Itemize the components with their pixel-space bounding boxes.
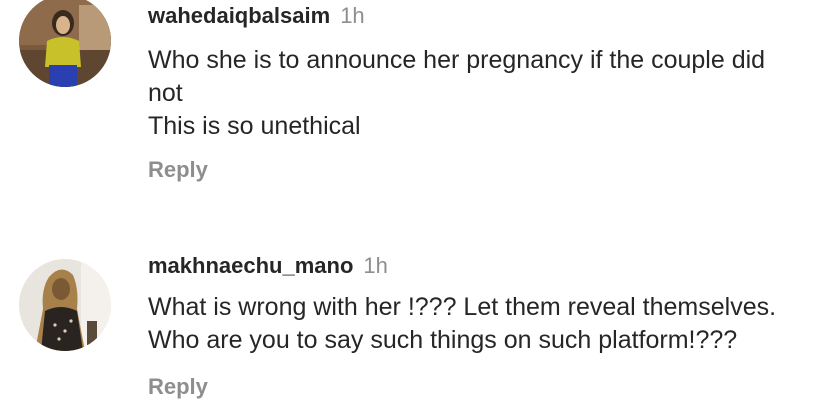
avatar-photo	[19, 259, 111, 351]
reply-button[interactable]: Reply	[148, 374, 208, 400]
comment-line: Who are you to say such things on such p…	[148, 326, 738, 354]
comment-line: Who she is to announce her pregnancy if …	[148, 46, 766, 74]
comment-meta: makhnaechu_mano 1h	[148, 253, 388, 279]
comment-meta: wahedaiqbalsaim 1h	[148, 3, 365, 29]
timestamp: 1h	[340, 3, 365, 28]
comment-line: This is so unethical	[148, 112, 361, 140]
avatar-photo	[19, 0, 111, 87]
avatar[interactable]	[19, 259, 111, 351]
comment-line: not	[148, 79, 183, 107]
username[interactable]: makhnaechu_mano	[148, 253, 353, 278]
comment-text: What is wrong with her !??? Let them rev…	[148, 291, 823, 357]
reply-button[interactable]: Reply	[148, 157, 208, 183]
comment-line: What is wrong with her !??? Let them rev…	[148, 293, 777, 321]
avatar[interactable]	[19, 0, 111, 87]
timestamp: 1h	[363, 253, 388, 278]
comment-text: Who she is to announce her pregnancy if …	[148, 44, 823, 143]
username[interactable]: wahedaiqbalsaim	[148, 3, 330, 28]
